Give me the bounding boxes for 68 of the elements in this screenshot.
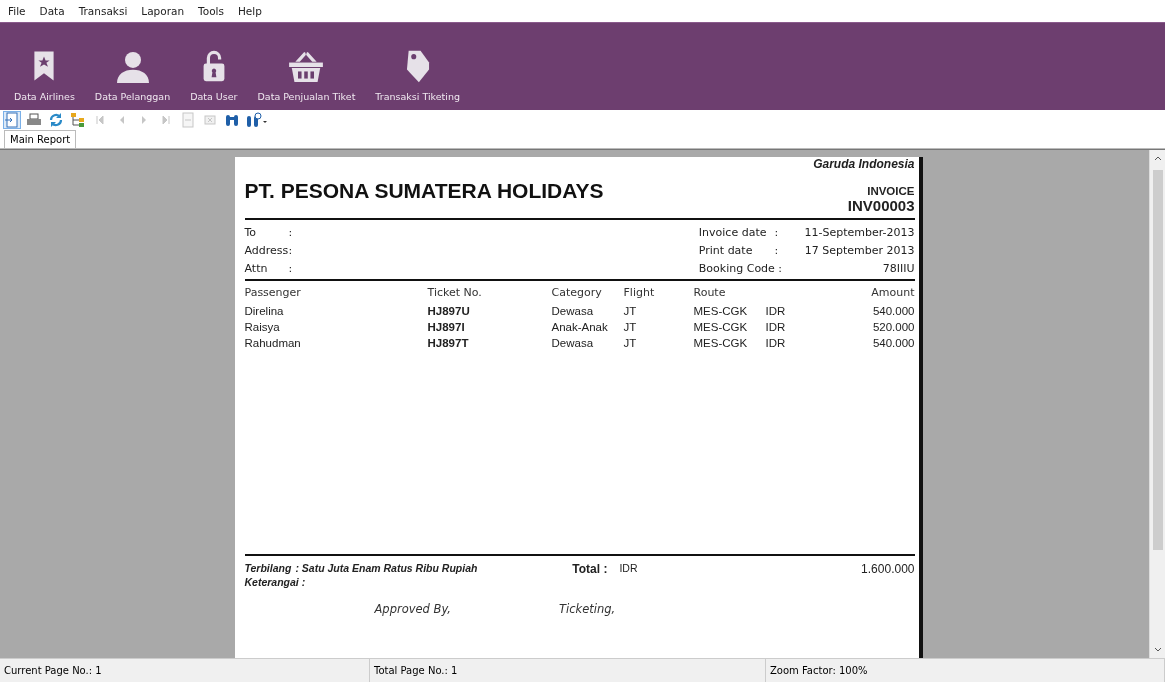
amount-in-words: : Satu Juta Enam Ratus Ribu Rupiah <box>295 562 479 576</box>
ribbon-button[interactable]: Data Penjualan Tiket <box>257 51 356 102</box>
menu-item[interactable]: Help <box>237 5 262 17</box>
field-value: 78IIIU <box>881 262 915 275</box>
table-cell-text: Rahudman <box>244 337 302 349</box>
colon: : <box>288 226 294 239</box>
column-header: Ticket No. <box>427 286 483 299</box>
table-cell-text: JT <box>623 305 638 317</box>
colon: : <box>288 244 294 257</box>
column-header: Amount <box>870 286 915 299</box>
document-title: INVOICE <box>867 185 915 197</box>
table-cell-text: JT <box>623 321 638 333</box>
table-cell-text: IDR <box>765 337 787 349</box>
table-cell-text: Dewasa <box>551 305 595 317</box>
field-value: 11-September-2013 <box>804 226 915 239</box>
field-label: Address <box>244 244 289 257</box>
airline-name: Garuda Indonesia <box>813 157 915 171</box>
menu-item[interactable]: Laporan <box>141 5 185 17</box>
signature-label: Approved By, <box>374 602 452 616</box>
column-header: Route <box>693 286 727 299</box>
table-cell-text: Raisya <box>244 321 281 333</box>
column-header: Category <box>551 286 603 299</box>
table-cell-text: Direlina <box>244 305 285 317</box>
status-text: Current Page No.: 1 <box>0 659 370 682</box>
ribbon-button[interactable]: Transaksi Tiketing <box>375 49 460 102</box>
table-cell-text: 540.000 <box>871 305 915 317</box>
colon: : <box>774 226 780 239</box>
column-header: Passenger <box>244 286 302 299</box>
report-tab[interactable]: Main Report <box>4 130 77 148</box>
company-name: PT. PESONA SUMATERA HOLIDAYS <box>244 177 605 203</box>
menu-item[interactable]: Transaksi <box>78 5 128 17</box>
field-label: To <box>244 226 258 239</box>
table-cell-text: 520.000 <box>871 321 915 333</box>
total-label: Total : <box>572 562 608 576</box>
total-amount: 1.600.000 <box>860 562 915 576</box>
table-cell-text: JT <box>623 337 638 349</box>
ribbon-button[interactable]: Data User <box>190 49 238 102</box>
table-cell-text: IDR <box>765 305 787 317</box>
ribbon-button[interactable]: Data Pelanggan <box>94 51 171 102</box>
invoice-number: INV00003 <box>847 197 915 214</box>
field-label: Invoice date <box>698 226 767 239</box>
table-cell-text: Anak-Anak <box>551 321 609 333</box>
table-cell-text: MES-CGK <box>693 305 749 317</box>
table-cell-text: HJ897T <box>427 337 470 349</box>
table-cell-text: 540.000 <box>871 337 915 349</box>
status-text: Zoom Factor: 100% <box>766 659 1165 682</box>
field-label: Keterangai : <box>244 576 307 588</box>
menu-item[interactable]: Data <box>39 5 65 17</box>
column-header: Flight <box>623 286 656 299</box>
menu-item[interactable]: Tools <box>198 5 224 17</box>
table-cell-text: HJ897I <box>427 321 466 333</box>
table-cell-text: MES-CGK <box>693 321 749 333</box>
colon: : <box>774 244 780 257</box>
colon: : <box>288 262 294 275</box>
table-cell-text: HJ897U <box>427 305 471 317</box>
field-label: Attn <box>244 262 269 275</box>
table-cell-text: Dewasa <box>551 337 595 349</box>
signature-label: Ticketing, <box>559 602 616 616</box>
table-cell-text: MES-CGK <box>693 337 749 349</box>
field-label: Print date <box>698 244 754 257</box>
field-value: 17 September 2013 <box>804 244 915 257</box>
menu-item[interactable]: File <box>8 5 26 17</box>
total-currency: IDR <box>618 562 638 576</box>
field-label: Booking Code : <box>698 262 784 275</box>
ribbon-button[interactable]: Data Airlines <box>14 49 75 102</box>
field-label: Terbilang <box>244 562 292 576</box>
status-text: Total Page No.: 1 <box>370 659 766 682</box>
table-cell-text: IDR <box>765 321 787 333</box>
